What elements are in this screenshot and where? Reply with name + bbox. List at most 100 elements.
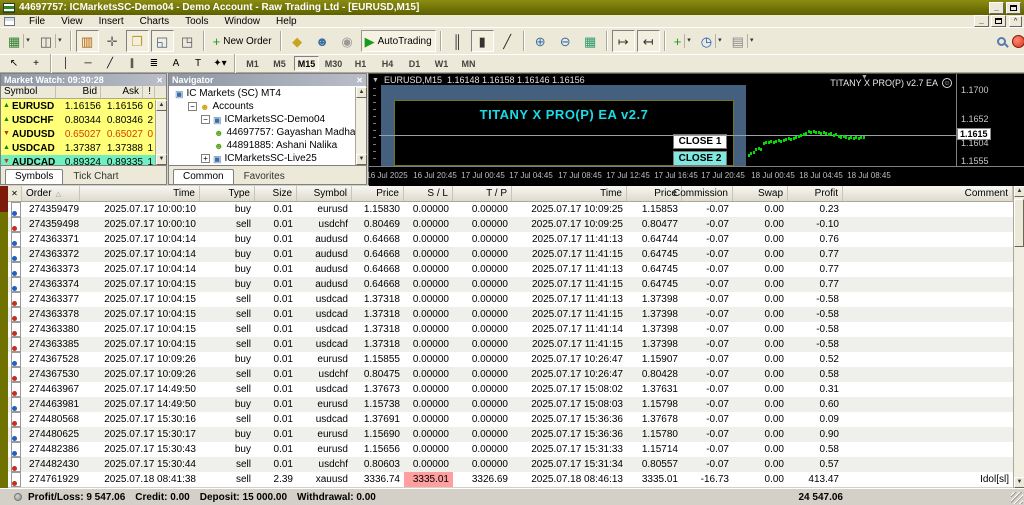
tree-expander-icon[interactable]: + [201, 154, 210, 163]
close-icon[interactable]: ✕ [156, 76, 163, 85]
chart-window[interactable]: ▼ EURUSD,M15 1.16148 1.16158 1.16146 1.1… [366, 73, 1024, 186]
shapes-tool[interactable]: ✦ ▾ [210, 56, 230, 71]
tile-windows-button[interactable]: ▦ [579, 30, 602, 52]
ea-smiley-icon[interactable]: ☺ [942, 78, 952, 88]
resize-grip[interactable] [1011, 492, 1023, 504]
tree-item-44697757[interactable]: ☻ 44697757: Gayashan Madhaw [169, 126, 355, 139]
restore-button[interactable] [1006, 1, 1021, 14]
new-chart-button[interactable]: ▦ ▾ [4, 30, 34, 52]
tab-common[interactable]: Common [173, 169, 234, 184]
tree-item-live25[interactable]: + ▣ ICMarketsSC-Live25 [169, 152, 355, 165]
tree-item-demo04[interactable]: − ▣ ICMarketsSC-Demo04 [169, 113, 355, 126]
market-watch-toggle[interactable]: ▥ [75, 30, 99, 52]
order-row[interactable]: 274367530 2025.07.17 10:09:26 sell 0.01 … [8, 367, 1013, 382]
minimize-button[interactable]: _ [989, 1, 1004, 14]
ea-close1-button[interactable]: CLOSE 1 [673, 134, 727, 149]
orders-scrollbar[interactable]: ▲ ▼ [1013, 186, 1024, 488]
order-row[interactable]: 274761929 2025.07.18 08:41:38 sell 2.39 … [8, 472, 1013, 487]
tree-expander-icon[interactable]: − [188, 102, 197, 111]
tab-tick-chart[interactable]: Tick Chart [63, 169, 128, 184]
search-icon[interactable] [997, 36, 1006, 46]
line-chart-button[interactable]: ╱ [496, 30, 519, 52]
menu-item[interactable]: Insert [91, 16, 132, 27]
market-watch-row[interactable]: ▲ USDCAD 1.37387 1.37388 1 [1, 141, 166, 155]
zoom-in-button[interactable]: ⊕ [529, 30, 552, 52]
zoom-out-button[interactable]: ⊖ [554, 30, 577, 52]
col-sl[interactable]: S / L [404, 186, 453, 201]
navigator-scrollbar[interactable]: ▲ ▼ [355, 87, 367, 165]
auto-scroll-toggle[interactable]: ↦ [611, 30, 635, 52]
chart-shift-toggle[interactable]: ↤ [636, 30, 660, 52]
market-watch-row[interactable]: ▼ AUDUSD 0.65027 0.65027 0 [1, 127, 166, 141]
metaeditor-button[interactable]: ◆ [286, 30, 309, 52]
trendline-tool[interactable]: ╱ [100, 56, 120, 71]
col-tp[interactable]: T / P [453, 186, 512, 201]
order-row[interactable]: 274463967 2025.07.17 14:49:50 sell 0.01 … [8, 382, 1013, 397]
col-size[interactable]: Size [255, 186, 297, 201]
col-comment[interactable]: Comment [843, 186, 1013, 201]
timeframe-mn[interactable]: MN [456, 56, 481, 71]
tab-symbols[interactable]: Symbols [5, 169, 64, 184]
chart-caret-icon[interactable]: ▼ [372, 77, 379, 84]
col-symbol[interactable]: Symbol [297, 186, 352, 201]
order-row[interactable]: 274480568 2025.07.17 15:30:16 sell 0.01 … [8, 412, 1013, 427]
tab-favorites[interactable]: Favorites [234, 169, 295, 184]
order-row[interactable]: 274480625 2025.07.17 15:30:17 buy 0.01 e… [8, 427, 1013, 442]
market-watch-row[interactable]: ▲ USDCHF 0.80344 0.80346 2 [1, 113, 166, 127]
vertical-line-tool[interactable]: │ [56, 56, 76, 71]
chart-restore-button[interactable] [991, 15, 1006, 27]
scroll-down-arrow[interactable]: ▼ [356, 154, 367, 165]
tree-item-broker[interactable]: ▣ IC Markets (SC) MT4 [169, 87, 355, 100]
scroll-up-arrow[interactable]: ▲ [1014, 186, 1024, 197]
timeframe-m5[interactable]: M5 [267, 56, 292, 71]
order-row[interactable]: 274363377 2025.07.17 10:04:15 sell 0.01 … [8, 292, 1013, 307]
order-row[interactable]: 274367528 2025.07.17 10:09:26 buy 0.01 e… [8, 352, 1013, 367]
menu-item[interactable]: Tools [177, 16, 216, 27]
order-row[interactable]: 274482430 2025.07.17 15:30:44 sell 0.01 … [8, 457, 1013, 472]
market-watch-scrollbar[interactable]: ▲ ▼ [155, 100, 167, 165]
order-row[interactable]: 274363372 2025.07.17 10:04:14 buy 0.01 a… [8, 247, 1013, 262]
timeframe-h4[interactable]: H4 [375, 56, 400, 71]
timeframe-d1[interactable]: D1 [402, 56, 427, 71]
col-commission[interactable]: Commission [673, 186, 733, 201]
tree-item-44891885[interactable]: ☻ 44891885: Ashani Nalika [169, 139, 355, 152]
timeframe-m1[interactable]: M1 [240, 56, 265, 71]
order-row[interactable]: 274482386 2025.07.17 15:30:43 buy 0.01 e… [8, 442, 1013, 457]
templates-button[interactable]: ▤ ▾ [728, 30, 758, 52]
menu-item[interactable]: File [21, 16, 53, 27]
tree-item-accounts[interactable]: − ☻ Accounts [169, 100, 355, 113]
signals-button[interactable]: ◉ [336, 30, 359, 52]
strategy-tester-toggle[interactable]: ◳ [176, 30, 199, 52]
col-type[interactable]: Type [200, 186, 255, 201]
terminal-close-icon[interactable]: ✕ [8, 186, 22, 201]
menu-item[interactable]: Help [268, 16, 305, 27]
crosshair-tool[interactable]: + [26, 56, 46, 71]
timeframe-w1[interactable]: W1 [429, 56, 454, 71]
col-swap[interactable]: Swap [733, 186, 788, 201]
order-row[interactable]: 274363385 2025.07.17 10:04:15 sell 0.01 … [8, 337, 1013, 352]
indicators-button[interactable]: + ▾ [670, 30, 695, 52]
order-row[interactable]: 274359498 2025.07.17 10:00:10 sell 0.01 … [8, 217, 1013, 232]
col-open-time[interactable]: Time [80, 186, 200, 201]
col-order[interactable]: Order △ [22, 186, 80, 201]
periods-button[interactable]: ◷ ▾ [697, 30, 726, 52]
timeframe-h1[interactable]: H1 [348, 56, 373, 71]
col-close-time[interactable]: Time [512, 186, 627, 201]
order-row[interactable]: 274363374 2025.07.17 10:04:15 buy 0.01 a… [8, 277, 1013, 292]
bar-chart-button[interactable]: ║ [446, 30, 469, 52]
menu-item[interactable]: Window [216, 16, 268, 27]
text-tool[interactable]: A [166, 56, 186, 71]
scroll-up-arrow[interactable]: ▲ [156, 100, 167, 111]
label-tool[interactable]: T [188, 56, 208, 71]
order-row[interactable]: 274363378 2025.07.17 10:04:15 sell 0.01 … [8, 307, 1013, 322]
chart-minimize-button[interactable]: _ [974, 15, 989, 27]
order-row[interactable]: 274363373 2025.07.17 10:04:14 buy 0.01 a… [8, 262, 1013, 277]
cursor-tool[interactable]: ↖ [4, 56, 24, 71]
col-open-price[interactable]: Price [352, 186, 404, 201]
scroll-down-arrow[interactable]: ▼ [156, 154, 167, 165]
terminal-toggle[interactable]: ◱ [150, 30, 174, 52]
profiles-button[interactable]: ◫ ▾ [36, 30, 66, 52]
market-watch-row[interactable]: ▲ EURUSD 1.16156 1.16156 0 [1, 99, 166, 113]
autotrading-button[interactable]: ▶ AutoTrading [360, 30, 436, 52]
order-row[interactable]: 274359479 2025.07.17 10:00:10 buy 0.01 e… [8, 202, 1013, 217]
